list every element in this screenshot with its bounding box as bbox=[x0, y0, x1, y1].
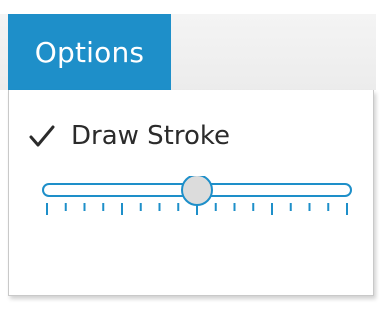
options-tab[interactable]: Options bbox=[8, 14, 171, 90]
stroke-width-slider[interactable] bbox=[37, 176, 357, 226]
draw-stroke-menu-item[interactable]: Draw Stroke bbox=[27, 116, 230, 156]
checkmark-icon bbox=[27, 121, 57, 151]
options-dropdown-panel: Draw Stroke bbox=[8, 90, 374, 296]
draw-stroke-label: Draw Stroke bbox=[71, 121, 231, 151]
slider-thumb[interactable] bbox=[181, 176, 213, 206]
options-menu-screenshot: Options Draw Stroke bbox=[0, 0, 383, 310]
options-tab-label: Options bbox=[34, 35, 145, 69]
